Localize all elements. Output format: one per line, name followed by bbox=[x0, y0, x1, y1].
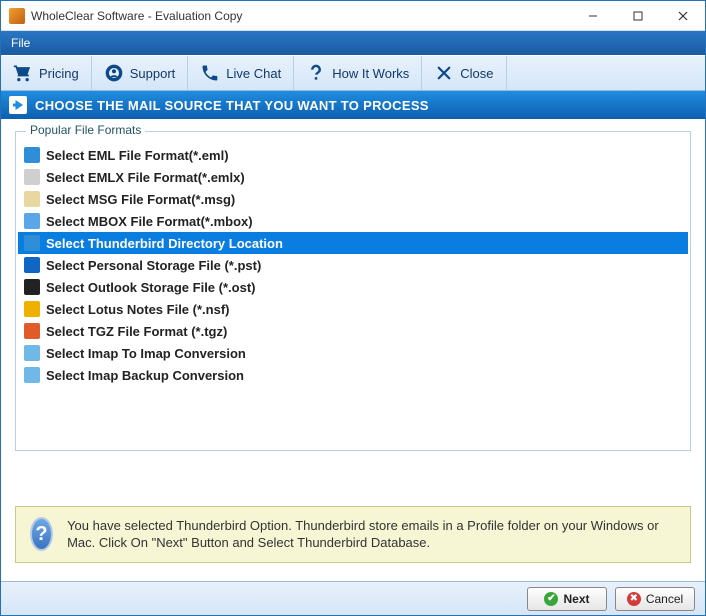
window-title: WholeClear Software - Evaluation Copy bbox=[31, 9, 570, 23]
content-area: Popular File Formats Select EML File For… bbox=[1, 119, 705, 581]
format-icon bbox=[24, 147, 40, 163]
phone-icon bbox=[200, 63, 220, 83]
format-item[interactable]: Select TGZ File Format (*.tgz) bbox=[18, 320, 688, 342]
format-icon bbox=[24, 345, 40, 361]
format-item[interactable]: Select Lotus Notes File (*.nsf) bbox=[18, 298, 688, 320]
format-item[interactable]: Select Thunderbird Directory Location bbox=[18, 232, 688, 254]
info-icon: ? bbox=[30, 517, 53, 551]
toolbar-livechat-label: Live Chat bbox=[226, 66, 281, 81]
footer-buttons: ✔ Next ✖ Cancel bbox=[1, 581, 705, 615]
format-icon bbox=[24, 279, 40, 295]
next-button[interactable]: ✔ Next bbox=[527, 587, 607, 611]
titlebar: WholeClear Software - Evaluation Copy bbox=[1, 1, 705, 31]
format-item[interactable]: Select MSG File Format(*.msg) bbox=[18, 188, 688, 210]
toolbar-pricing-label: Pricing bbox=[39, 66, 79, 81]
question-icon bbox=[306, 63, 326, 83]
banner-text: CHOOSE THE MAIL SOURCE THAT YOU WANT TO … bbox=[35, 98, 429, 113]
info-text: You have selected Thunderbird Option. Th… bbox=[67, 517, 676, 552]
format-label: Select TGZ File Format (*.tgz) bbox=[46, 324, 227, 339]
format-icon bbox=[24, 191, 40, 207]
toolbar-close[interactable]: Close bbox=[422, 56, 506, 90]
next-button-label: Next bbox=[563, 592, 589, 606]
format-item[interactable]: Select Personal Storage File (*.pst) bbox=[18, 254, 688, 276]
headset-icon bbox=[104, 63, 124, 83]
format-label: Select Personal Storage File (*.pst) bbox=[46, 258, 261, 273]
step-banner: CHOOSE THE MAIL SOURCE THAT YOU WANT TO … bbox=[1, 91, 705, 119]
format-item[interactable]: Select EMLX File Format(*.emlx) bbox=[18, 166, 688, 188]
app-icon bbox=[9, 8, 25, 24]
maximize-button[interactable] bbox=[615, 1, 660, 31]
toolbar-livechat[interactable]: Live Chat bbox=[188, 56, 294, 90]
cancel-icon: ✖ bbox=[627, 592, 641, 606]
format-item[interactable]: Select MBOX File Format(*.mbox) bbox=[18, 210, 688, 232]
format-icon bbox=[24, 235, 40, 251]
cancel-button-label: Cancel bbox=[646, 592, 683, 606]
format-label: Select MBOX File Format(*.mbox) bbox=[46, 214, 253, 229]
format-icon bbox=[24, 169, 40, 185]
format-label: Select Imap To Imap Conversion bbox=[46, 346, 246, 361]
cancel-button[interactable]: ✖ Cancel bbox=[615, 587, 695, 611]
minimize-button[interactable] bbox=[570, 1, 615, 31]
toolbar-close-label: Close bbox=[460, 66, 493, 81]
check-icon: ✔ bbox=[544, 592, 558, 606]
close-icon bbox=[434, 63, 454, 83]
format-label: Select EML File Format(*.eml) bbox=[46, 148, 229, 163]
toolbar: Pricing Support Live Chat How It Works C… bbox=[1, 55, 705, 91]
format-label: Select MSG File Format(*.msg) bbox=[46, 192, 235, 207]
toolbar-howitworks[interactable]: How It Works bbox=[294, 56, 422, 90]
format-icon bbox=[24, 257, 40, 273]
close-window-button[interactable] bbox=[660, 1, 705, 31]
arrow-icon bbox=[9, 96, 27, 114]
formats-list: Select EML File Format(*.eml) Select EMLX… bbox=[18, 144, 688, 386]
format-label: Select Lotus Notes File (*.nsf) bbox=[46, 302, 229, 317]
format-item[interactable]: Select Imap Backup Conversion bbox=[18, 364, 688, 386]
formats-legend: Popular File Formats bbox=[26, 123, 145, 137]
format-label: Select Imap Backup Conversion bbox=[46, 368, 244, 383]
format-label: Select Thunderbird Directory Location bbox=[46, 236, 283, 251]
toolbar-pricing[interactable]: Pricing bbox=[1, 56, 92, 90]
formats-fieldset: Popular File Formats Select EML File For… bbox=[15, 131, 691, 451]
format-icon bbox=[24, 213, 40, 229]
info-box: ? You have selected Thunderbird Option. … bbox=[15, 506, 691, 563]
toolbar-support-label: Support bbox=[130, 66, 176, 81]
format-item[interactable]: Select Outlook Storage File (*.ost) bbox=[18, 276, 688, 298]
toolbar-support[interactable]: Support bbox=[92, 56, 189, 90]
format-item[interactable]: Select Imap To Imap Conversion bbox=[18, 342, 688, 364]
menubar: File bbox=[1, 31, 705, 55]
format-label: Select Outlook Storage File (*.ost) bbox=[46, 280, 255, 295]
format-icon bbox=[24, 323, 40, 339]
toolbar-howitworks-label: How It Works bbox=[332, 66, 409, 81]
format-icon bbox=[24, 367, 40, 383]
menu-file[interactable]: File bbox=[1, 31, 40, 55]
cart-icon bbox=[13, 63, 33, 83]
format-icon bbox=[24, 301, 40, 317]
format-label: Select EMLX File Format(*.emlx) bbox=[46, 170, 245, 185]
format-item[interactable]: Select EML File Format(*.eml) bbox=[18, 144, 688, 166]
